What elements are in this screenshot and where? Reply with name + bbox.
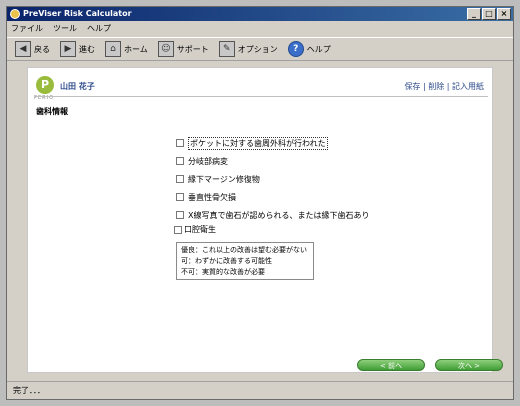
- checkbox-label: 分岐部病変: [188, 156, 228, 166]
- section-title: 歯科情報: [36, 107, 68, 116]
- minimize-button[interactable]: _: [467, 8, 481, 20]
- close-button[interactable]: ×: [497, 8, 511, 20]
- support-button[interactable]: ☺ サポート: [157, 41, 209, 57]
- help-icon: ?: [287, 41, 304, 57]
- forward-arrow-icon: ▶: [60, 41, 76, 57]
- perio-logo: P: [36, 76, 54, 94]
- menu-bar: ファイル ツール ヘルプ: [7, 21, 513, 35]
- checkbox[interactable]: [176, 193, 184, 201]
- page-nav: < 前へ 次へ >: [357, 359, 503, 371]
- checkbox[interactable]: [176, 139, 184, 147]
- back-button[interactable]: ◀ 戻る: [15, 41, 50, 57]
- checkbox-label: 垂直性骨欠損: [188, 192, 236, 202]
- forward-label: 進む: [79, 44, 95, 54]
- title-bar: PreViser Risk Calculator _ □ ×: [7, 7, 513, 21]
- checkbox-row[interactable]: 分岐部病変: [176, 152, 369, 170]
- hygiene-options-list[interactable]: 優良：これ以上の改善は望む必要がない 可：わずかに改善する可能性 不可：実質的な…: [176, 242, 314, 280]
- checkbox-row[interactable]: 垂直性骨欠損: [176, 188, 369, 206]
- next-button[interactable]: 次へ >: [435, 359, 503, 371]
- checkbox-row[interactable]: X線写真で歯石が認められる、または縁下歯石あり: [176, 206, 369, 224]
- patient-name: 山田 花子: [60, 82, 95, 91]
- options-icon: ✎: [218, 41, 235, 57]
- header-links: 保存 | 削除 | 記入用紙: [404, 82, 484, 91]
- status-bar: 完了．．．: [7, 381, 513, 399]
- hygiene-option[interactable]: 優良：これ以上の改善は望む必要がない: [181, 245, 309, 256]
- dental-checklist: ポケットに対する歯周外科が行われた 分岐部病変 縁下マージン修復物 垂直性骨欠損…: [176, 134, 369, 224]
- home-button[interactable]: ⌂ ホーム: [105, 41, 148, 57]
- maximize-button[interactable]: □: [482, 8, 496, 20]
- back-arrow-icon: ◀: [15, 41, 31, 57]
- options-button[interactable]: ✎ オプション: [218, 41, 278, 57]
- checkbox[interactable]: [176, 157, 184, 165]
- help-button[interactable]: ? ヘルプ: [287, 41, 331, 57]
- menu-tools[interactable]: ツール: [53, 23, 77, 34]
- support-label: サポート: [176, 44, 209, 54]
- window-title: PreViser Risk Calculator: [23, 9, 132, 18]
- app-icon: [10, 9, 20, 19]
- home-label: ホーム: [124, 44, 148, 54]
- hygiene-option[interactable]: 不可：実質的な改善が必要: [181, 267, 309, 278]
- hygiene-toggle[interactable]: 口腔衛生: [174, 224, 216, 235]
- hygiene-checkbox[interactable]: [174, 225, 182, 234]
- save-link[interactable]: 保存: [404, 82, 420, 91]
- options-label: オプション: [237, 44, 278, 54]
- header-divider: [34, 96, 488, 97]
- prev-button[interactable]: < 前へ: [357, 359, 425, 371]
- checkbox[interactable]: [176, 211, 184, 219]
- support-icon: ☺: [157, 41, 174, 57]
- home-icon: ⌂: [105, 41, 121, 57]
- back-label: 戻る: [34, 44, 50, 54]
- checkbox[interactable]: [176, 175, 184, 183]
- delete-link[interactable]: 削除: [428, 82, 444, 91]
- checkbox-row[interactable]: 縁下マージン修復物: [176, 170, 369, 188]
- form-link[interactable]: 記入用紙: [452, 82, 484, 91]
- help-label: ヘルプ: [306, 44, 331, 54]
- hygiene-label: 口腔衛生: [184, 225, 216, 234]
- app-window: PreViser Risk Calculator _ □ × ファイル ツール …: [6, 6, 514, 400]
- hygiene-option[interactable]: 可：わずかに改善する可能性: [181, 256, 309, 267]
- menu-file[interactable]: ファイル: [11, 23, 43, 34]
- toolbar: ◀ 戻る ▶ 進む ⌂ ホーム ☺ サポート ✎ オプション ? ヘルプ: [7, 37, 513, 61]
- checkbox-label: 縁下マージン修復物: [188, 174, 260, 184]
- checkbox-label: ポケットに対する歯周外科が行われた: [188, 136, 328, 150]
- forward-button[interactable]: ▶ 進む: [60, 41, 95, 57]
- window-controls: _ □ ×: [467, 8, 511, 20]
- menu-help[interactable]: ヘルプ: [87, 23, 111, 34]
- main-panel: P PERIO 山田 花子 保存 | 削除 | 記入用紙 歯科情報 ポケットに対…: [27, 67, 493, 373]
- checkbox-row[interactable]: ポケットに対する歯周外科が行われた: [176, 134, 369, 152]
- checkbox-label: X線写真で歯石が認められる、または縁下歯石あり: [188, 210, 370, 220]
